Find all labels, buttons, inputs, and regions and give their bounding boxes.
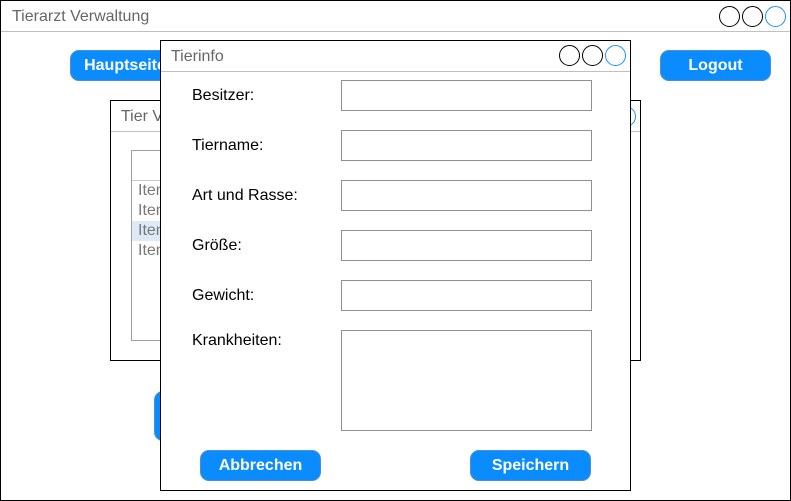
groesse-label: Größe: [192,237,242,254]
krankheiten-textarea[interactable] [341,330,592,431]
tiername-input[interactable] [341,130,592,161]
close-circle-icon[interactable] [765,6,786,27]
groesse-input[interactable] [341,230,592,261]
logout-button[interactable]: Logout [660,50,771,81]
tierinfo-titlebar: Tierinfo [161,41,630,72]
gewicht-label: Gewicht: [192,287,255,304]
tierinfo-controls [559,45,626,66]
minimize-circle-icon[interactable] [559,45,580,66]
tierinfo-title: Tierinfo [171,48,224,65]
main-window-controls [719,6,786,27]
krankheiten-label: Krankheiten: [192,332,282,349]
art-rasse-input[interactable] [341,180,592,211]
art-rasse-label: Art und Rasse: [192,187,298,204]
besitzer-input[interactable] [341,80,592,111]
maximize-circle-icon[interactable] [742,6,763,27]
tiername-label: Tiername: [192,137,264,154]
abbrechen-button[interactable]: Abbrechen [200,450,321,481]
maximize-circle-icon[interactable] [582,45,603,66]
minimize-circle-icon[interactable] [719,6,740,27]
speichern-button[interactable]: Speichern [470,450,591,481]
main-window-title: Tierarzt Verwaltung [12,8,150,25]
close-circle-icon[interactable] [605,45,626,66]
gewicht-input[interactable] [341,280,592,311]
besitzer-label: Besitzer: [192,87,255,104]
tierinfo-dialog: Tierinfo Besitzer: Tiername: Art und Ras… [160,40,631,491]
main-titlebar: Tierarzt Verwaltung [1,1,790,32]
